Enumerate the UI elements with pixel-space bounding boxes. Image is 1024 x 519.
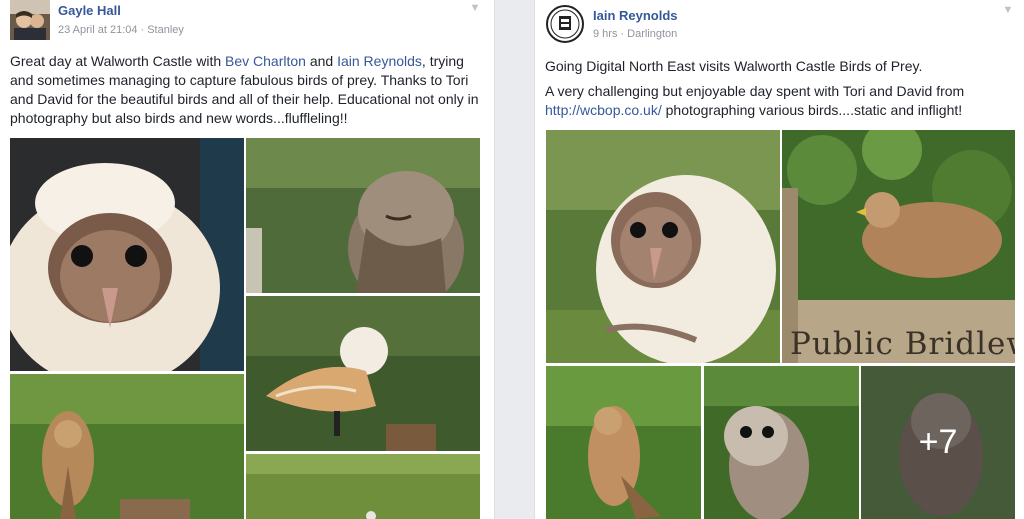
post-text: Going Digital North East visits Walworth…	[545, 58, 965, 118]
wcbop-link[interactable]: http://wcbop.co.uk/	[545, 102, 662, 118]
avatar[interactable]	[10, 0, 50, 40]
author-name[interactable]: Iain Reynolds	[593, 8, 678, 23]
post-meta: 9 hrs · Darlington	[593, 28, 678, 40]
kestrel-on-sign-photo[interactable]: Public Bridlew	[782, 130, 1015, 363]
timestamp[interactable]: 9 hrs	[593, 28, 617, 40]
tag-bev-charlton[interactable]: Bev Charlton	[225, 53, 306, 69]
post-iain-reynolds: Iain Reynolds 9 hrs · Darlington ▼ Going D…	[534, 0, 1024, 519]
avatar[interactable]	[545, 4, 585, 44]
location[interactable]: Stanley	[147, 24, 184, 36]
more-photos-count[interactable]: +7	[861, 366, 1015, 519]
timestamp[interactable]: 23 April at 21:04	[58, 24, 138, 36]
post-text: Great day at Walworth Castle with Bev Ch…	[10, 53, 479, 126]
sign-text: Public Bridlew	[790, 326, 1015, 362]
location[interactable]: Darlington	[627, 28, 677, 40]
tawny-owl-photo[interactable]	[704, 366, 859, 519]
kestrel-photo[interactable]	[546, 366, 701, 519]
post-meta: 23 April at 21:04 · Stanley	[58, 24, 184, 36]
post-gayle-hall: Gayle Hall 23 April at 21:04 · Stanley ▼ G…	[0, 0, 495, 519]
author-name[interactable]: Gayle Hall	[58, 3, 121, 18]
owlet-photo[interactable]	[546, 130, 780, 363]
chevron-down-icon[interactable]: ▼	[468, 2, 482, 14]
more-photos-tile[interactable]: +7	[861, 366, 1015, 519]
owlet-photo[interactable]	[10, 138, 244, 371]
grass-photo[interactable]	[246, 454, 480, 519]
barn-owl-photo[interactable]	[246, 296, 480, 451]
tag-iain-reynolds[interactable]: Iain Reynolds	[337, 53, 422, 69]
chevron-down-icon[interactable]: ▼	[1001, 4, 1015, 16]
post-header: Gayle Hall 23 April at 21:04 · Stanley	[10, 0, 494, 44]
post-header: Iain Reynolds 9 hrs · Darlington	[545, 0, 1024, 44]
tawny-owl-photo[interactable]	[246, 138, 480, 293]
kestrel-photo[interactable]	[10, 374, 244, 519]
